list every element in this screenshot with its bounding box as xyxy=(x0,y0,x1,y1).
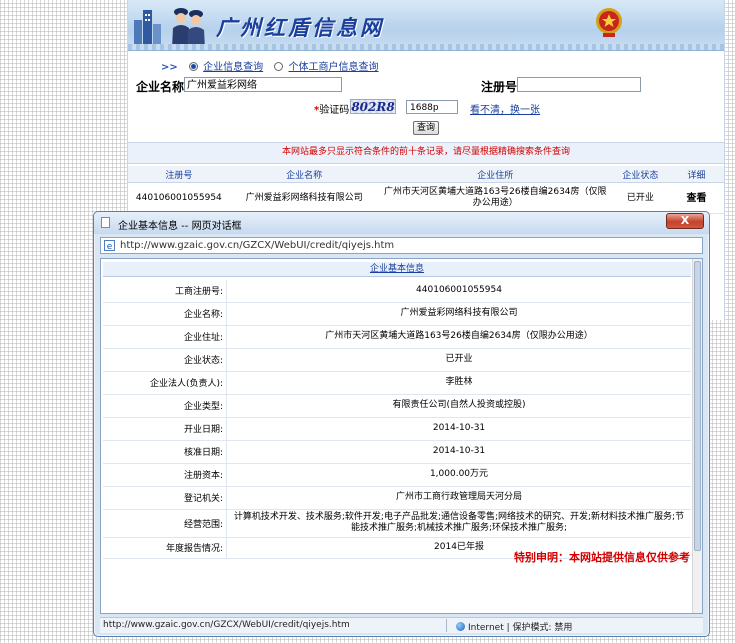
table-row: 核准日期: 2014-10-31 xyxy=(103,440,691,464)
field-label: 企业法人(负责人): xyxy=(103,371,227,395)
field-label: 企业状态: xyxy=(103,348,227,372)
national-emblem-icon xyxy=(596,8,622,37)
field-label: 经营范围: xyxy=(103,509,227,538)
svg-text:e: e xyxy=(107,242,113,251)
field-value: 广州爱益彩网络科技有限公司 xyxy=(226,302,691,326)
banner-stripe xyxy=(128,44,724,50)
dialog-titlebar[interactable]: 企业基本信息 -- 网页对话框 X xyxy=(94,212,709,234)
results-table: 注册号 企业名称 企业住所 企业状态 详细 440106001055954 广州… xyxy=(128,166,724,214)
field-value: 广州市工商行政管理局天河分局 xyxy=(226,486,691,510)
status-bar: http://www.gzaic.gov.cn/GZCX/WebUI/credi… xyxy=(100,617,703,633)
table-row: 注册资本: 1,000.00万元 xyxy=(103,463,691,487)
captcha-label-text: 验证码 xyxy=(319,105,350,116)
radio-individual-label[interactable]: 个体工商户信息查询 xyxy=(289,62,379,73)
buildings-icon xyxy=(134,10,161,46)
field-value: 440106001055954 xyxy=(226,280,691,303)
table-row: 企业类型: 有限责任公司(自然人投资或控股) xyxy=(103,394,691,418)
table-row: 工商注册号: 440106001055954 xyxy=(103,280,691,303)
cell-company-name: 广州爱益彩网络科技有限公司 xyxy=(229,182,379,214)
field-value: 1,000.00万元 xyxy=(226,463,691,487)
header-detail: 详细 xyxy=(668,166,724,183)
radio-company-label[interactable]: 企业信息查询 xyxy=(203,62,263,73)
special-notice: 特别申明：本网站提供信息仅供参考 xyxy=(514,551,690,564)
cell-status: 已开业 xyxy=(611,182,669,214)
table-row: 登记机关: 广州市工商行政管理局天河分局 xyxy=(103,486,691,510)
result-limit-notice: 本网站最多只显示符合条件的前十条记录，请尽量根据精确搜索条件查询 xyxy=(128,142,724,164)
police-officers-icon xyxy=(172,8,205,48)
field-value: 有限责任公司(自然人投资或控股) xyxy=(226,394,691,418)
table-row: 企业状态: 已开业 xyxy=(103,348,691,372)
globe-icon xyxy=(456,622,465,631)
header-address: 企业住所 xyxy=(378,166,612,183)
captcha-input[interactable]: 1688p xyxy=(406,100,458,114)
company-name-label: 企业名称 xyxy=(136,80,185,94)
close-button[interactable]: X xyxy=(666,213,704,229)
company-name-input[interactable]: 广州爱益彩网络 xyxy=(184,77,342,92)
field-value: 广州市天河区黄埔大道路163号26楼自编2634房（仅限办公用途） xyxy=(226,325,691,349)
address-bar: e http://www.gzaic.gov.cn/GZCX/WebUI/cre… xyxy=(100,237,703,254)
table-row: 企业住址: 广州市天河区黄埔大道路163号26楼自编2634房（仅限办公用途） xyxy=(103,325,691,349)
captcha-refresh-link[interactable]: 看不清，换一张 xyxy=(470,101,540,116)
header-company-name: 企业名称 xyxy=(229,166,379,183)
query-button[interactable]: 查询 xyxy=(413,121,439,135)
field-label: 登记机关: xyxy=(103,486,227,510)
field-value: 计算机技术开发、技术服务;软件开发;电子产品批发;通信设备零售;网络技术的研究、… xyxy=(226,509,691,538)
site-banner: 广州红盾信息网 xyxy=(128,0,724,51)
field-label: 企业住址: xyxy=(103,325,227,349)
arrows-icon: >> xyxy=(161,62,178,73)
results-header-row: 注册号 企业名称 企业住所 企业状态 详细 xyxy=(128,166,724,183)
section-title: 企业基本信息 xyxy=(103,262,691,277)
field-label: 年度报告情况: xyxy=(103,537,227,559)
field-label: 工商注册号: xyxy=(103,280,227,303)
registration-number-label: 注册号 xyxy=(481,80,518,94)
status-url: http://www.gzaic.gov.cn/GZCX/WebUI/credi… xyxy=(103,620,350,630)
table-row: 经营范围: 计算机技术开发、技术服务;软件开发;电子产品批发;通信设备零售;网络技… xyxy=(103,509,691,538)
table-row: 开业日期: 2014-10-31 xyxy=(103,417,691,441)
table-row: 440106001055954 广州爱益彩网络科技有限公司 广州市天河区黄埔大道… xyxy=(128,182,724,214)
company-info-dialog: 企业基本信息 -- 网页对话框 X e http://www.gzaic.gov… xyxy=(93,211,710,637)
view-detail-link[interactable]: 查看 xyxy=(668,182,724,214)
field-value: 2014-10-31 xyxy=(226,440,691,464)
dialog-content: 企业基本信息 工商注册号: 440106001055954 企业名称: 广州爱益彩网… xyxy=(100,258,703,614)
dialog-title: 企业基本信息 -- 网页对话框 xyxy=(118,221,242,232)
field-label: 核准日期: xyxy=(103,440,227,464)
ie-page-icon: e xyxy=(104,240,115,251)
radio-individual-button[interactable] xyxy=(274,62,284,71)
field-label: 注册资本: xyxy=(103,463,227,487)
table-row: 企业法人(负责人): 李胜林 xyxy=(103,371,691,395)
field-value: 2014-10-31 xyxy=(226,417,691,441)
page-icon xyxy=(101,217,110,228)
scrollbar-thumb[interactable] xyxy=(694,261,701,551)
cell-reg-number: 440106001055954 xyxy=(128,182,230,214)
site-title: 广州红盾信息网 xyxy=(216,15,384,40)
field-label: 企业名称: xyxy=(103,302,227,326)
header-reg-number: 注册号 xyxy=(128,166,230,183)
field-label: 企业类型: xyxy=(103,394,227,418)
registration-number-input[interactable] xyxy=(517,77,641,92)
field-label: 开业日期: xyxy=(103,417,227,441)
field-value: 李胜林 xyxy=(226,371,691,395)
security-zone: Internet | 保护模式: 禁用 xyxy=(456,620,572,633)
cell-address: 广州市天河区黄埔大道路163号26楼自编2634房（仅限办公用途） xyxy=(378,182,612,214)
captcha-label: *验证码 xyxy=(314,101,349,116)
radio-company-button[interactable] xyxy=(188,62,198,71)
captcha-image: 802R8 xyxy=(350,99,396,114)
address-url: http://www.gzaic.gov.cn/GZCX/WebUI/credi… xyxy=(120,240,395,251)
search-type-radios: >> 企业信息查询 个体工商户信息查询 xyxy=(161,58,387,73)
vertical-scrollbar[interactable] xyxy=(692,259,702,613)
field-value: 已开业 xyxy=(226,348,691,372)
security-zone-text: Internet | 保护模式: 禁用 xyxy=(468,623,573,633)
company-info-table: 工商注册号: 440106001055954 企业名称: 广州爱益彩网络科技有限公司… xyxy=(103,280,691,559)
table-row: 企业名称: 广州爱益彩网络科技有限公司 xyxy=(103,302,691,326)
header-status: 企业状态 xyxy=(611,166,669,183)
status-divider xyxy=(446,619,447,632)
